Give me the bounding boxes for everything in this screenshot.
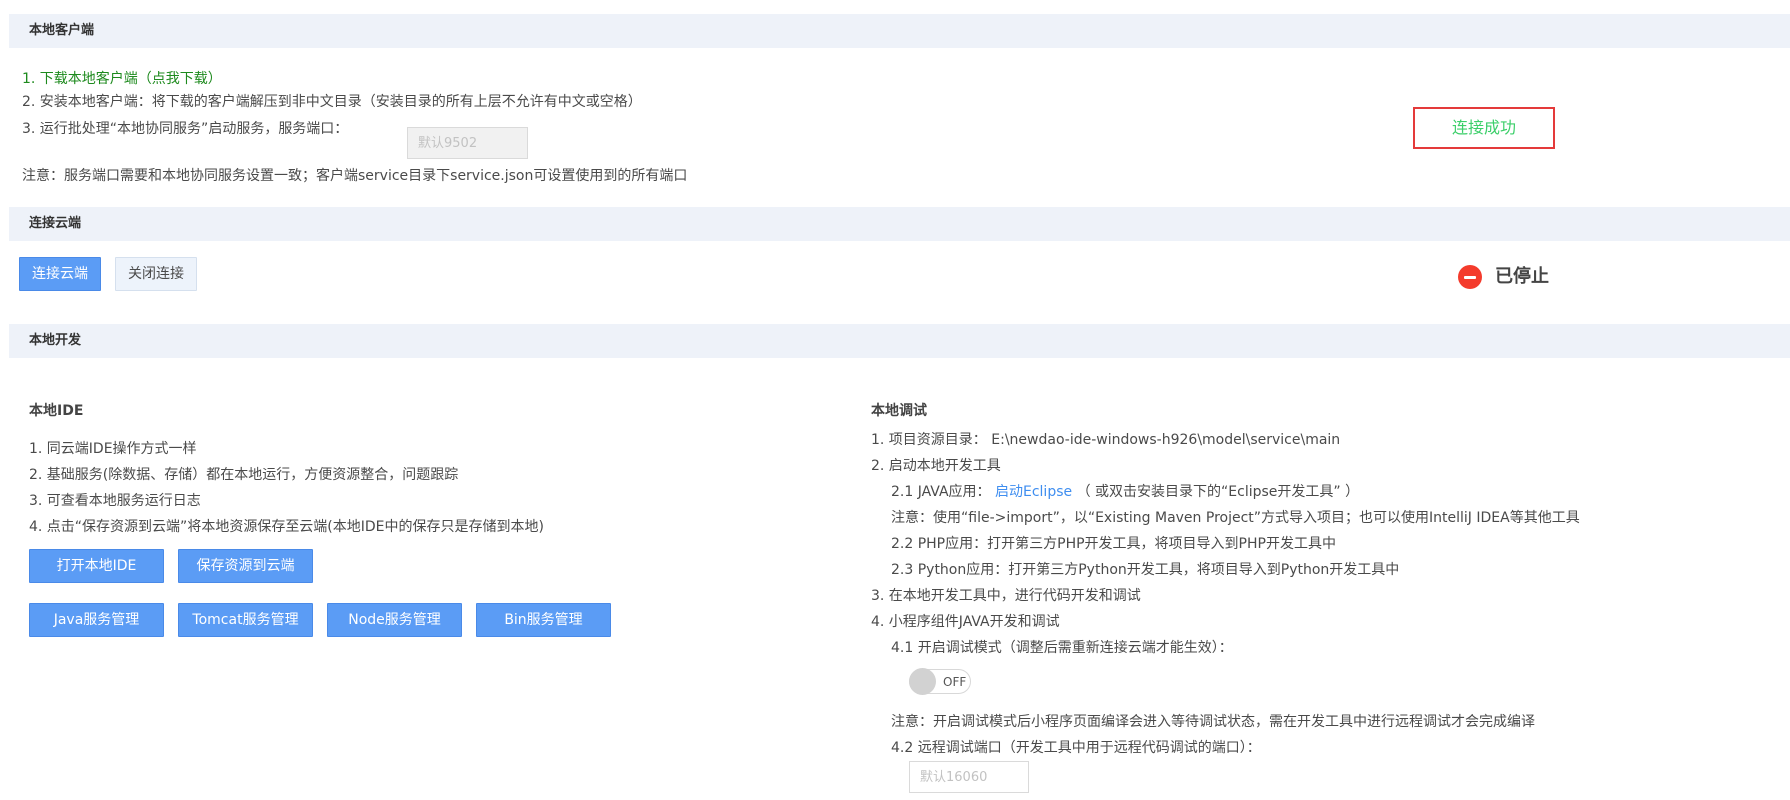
client-step2: 2. 安装本地客户端：将下载的客户端解压到非中文目录（安装目录的所有上层不允许有… (22, 94, 642, 110)
open-local-ide-button[interactable]: 打开本地IDE (29, 549, 164, 583)
node-service-mgmt-button[interactable]: Node服务管理 (327, 603, 462, 637)
local-ide-title: 本地IDE (29, 403, 84, 419)
client-step3: 3. 运行批处理“本地协同服务”启动服务，服务端口： (22, 121, 349, 137)
java-app-label: 2.1 JAVA应用： (891, 484, 991, 500)
stopped-icon (1458, 265, 1482, 289)
debug-mode-text: 4.1 开启调试模式（调整后需重新连接云端才能生效）： (891, 640, 1233, 656)
connection-status-highlight: 连接成功 (1413, 107, 1555, 149)
section-title: 本地开发 (29, 333, 82, 348)
resource-dir-text: 1. 项目资源目录： E:\newdao-ide-windows-h926\mo… (871, 432, 1341, 448)
local-debug-title: 本地调试 (871, 403, 927, 419)
ide-item: 4. 点击“保存资源到云端”将本地资源保存至云端(本地IDE中的保存只是存储到本… (29, 519, 544, 535)
start-tools-text: 2. 启动本地开发工具 (871, 458, 1001, 474)
java-note: 注意：使用“file->import”，以“Existing Maven Pro… (891, 510, 1580, 526)
section-header-cloud: 连接云端 (9, 207, 1790, 241)
remote-debug-port-input[interactable] (909, 761, 1029, 793)
download-client-link[interactable]: 1. 下载本地客户端（点我下载） (22, 68, 222, 88)
toggle-knob (909, 668, 936, 695)
tomcat-service-mgmt-button[interactable]: Tomcat服务管理 (178, 603, 313, 637)
php-app-text: 2.2 PHP应用：打开第三方PHP开发工具，将项目导入到PHP开发工具中 (891, 536, 1336, 552)
section-header-local-client: 本地客户端 (9, 14, 1790, 48)
debug-mode-note: 注意：开启调试模式后小程序页面编译会进入等待调试状态，需在开发工具中进行远程调试… (891, 714, 1535, 730)
java-service-mgmt-button[interactable]: Java服务管理 (29, 603, 164, 637)
java-app-line: 2.1 JAVA应用： 启动Eclipse （ 或双击安装目录下的“Eclips… (891, 481, 1359, 501)
debug-step3-text: 3. 在本地开发工具中，进行代码开发和调试 (871, 588, 1141, 604)
connect-cloud-button[interactable]: 连接云端 (19, 257, 101, 291)
section-header-local-dev: 本地开发 (9, 324, 1790, 358)
ide-item: 1. 同云端IDE操作方式一样 (29, 441, 197, 457)
bin-service-mgmt-button[interactable]: Bin服务管理 (476, 603, 611, 637)
ide-item: 3. 可查看本地服务运行日志 (29, 493, 201, 509)
ide-item: 2. 基础服务(除数据、存储）都在本地运行，方便资源整合，问题跟踪 (29, 467, 459, 483)
python-app-text: 2.3 Python应用：打开第三方Python开发工具，将项目导入到Pytho… (891, 562, 1400, 578)
close-connection-button[interactable]: 关闭连接 (115, 257, 197, 291)
debug-mode-toggle[interactable]: OFF (909, 668, 971, 695)
cloud-status-text: 已停止 (1495, 266, 1549, 287)
section-title: 连接云端 (29, 216, 82, 231)
java-app-hint: （ 或双击安装目录下的“Eclipse开发工具” ） (1076, 484, 1360, 500)
service-port-input[interactable] (407, 127, 528, 159)
save-to-cloud-button[interactable]: 保存资源到云端 (178, 549, 313, 583)
client-note: 注意：服务端口需要和本地协同服务设置一致；客户端service目录下servic… (22, 168, 688, 184)
debug-step4-text: 4. 小程序组件JAVA开发和调试 (871, 614, 1060, 630)
toggle-label: OFF (943, 675, 967, 689)
remote-port-text: 4.2 远程调试端口（开发工具中用于远程代码调试的端口）： (891, 740, 1261, 756)
connection-success-text: 连接成功 (1451, 118, 1516, 137)
section-title: 本地客户端 (29, 23, 95, 38)
launch-eclipse-link[interactable]: 启动Eclipse (995, 484, 1072, 500)
